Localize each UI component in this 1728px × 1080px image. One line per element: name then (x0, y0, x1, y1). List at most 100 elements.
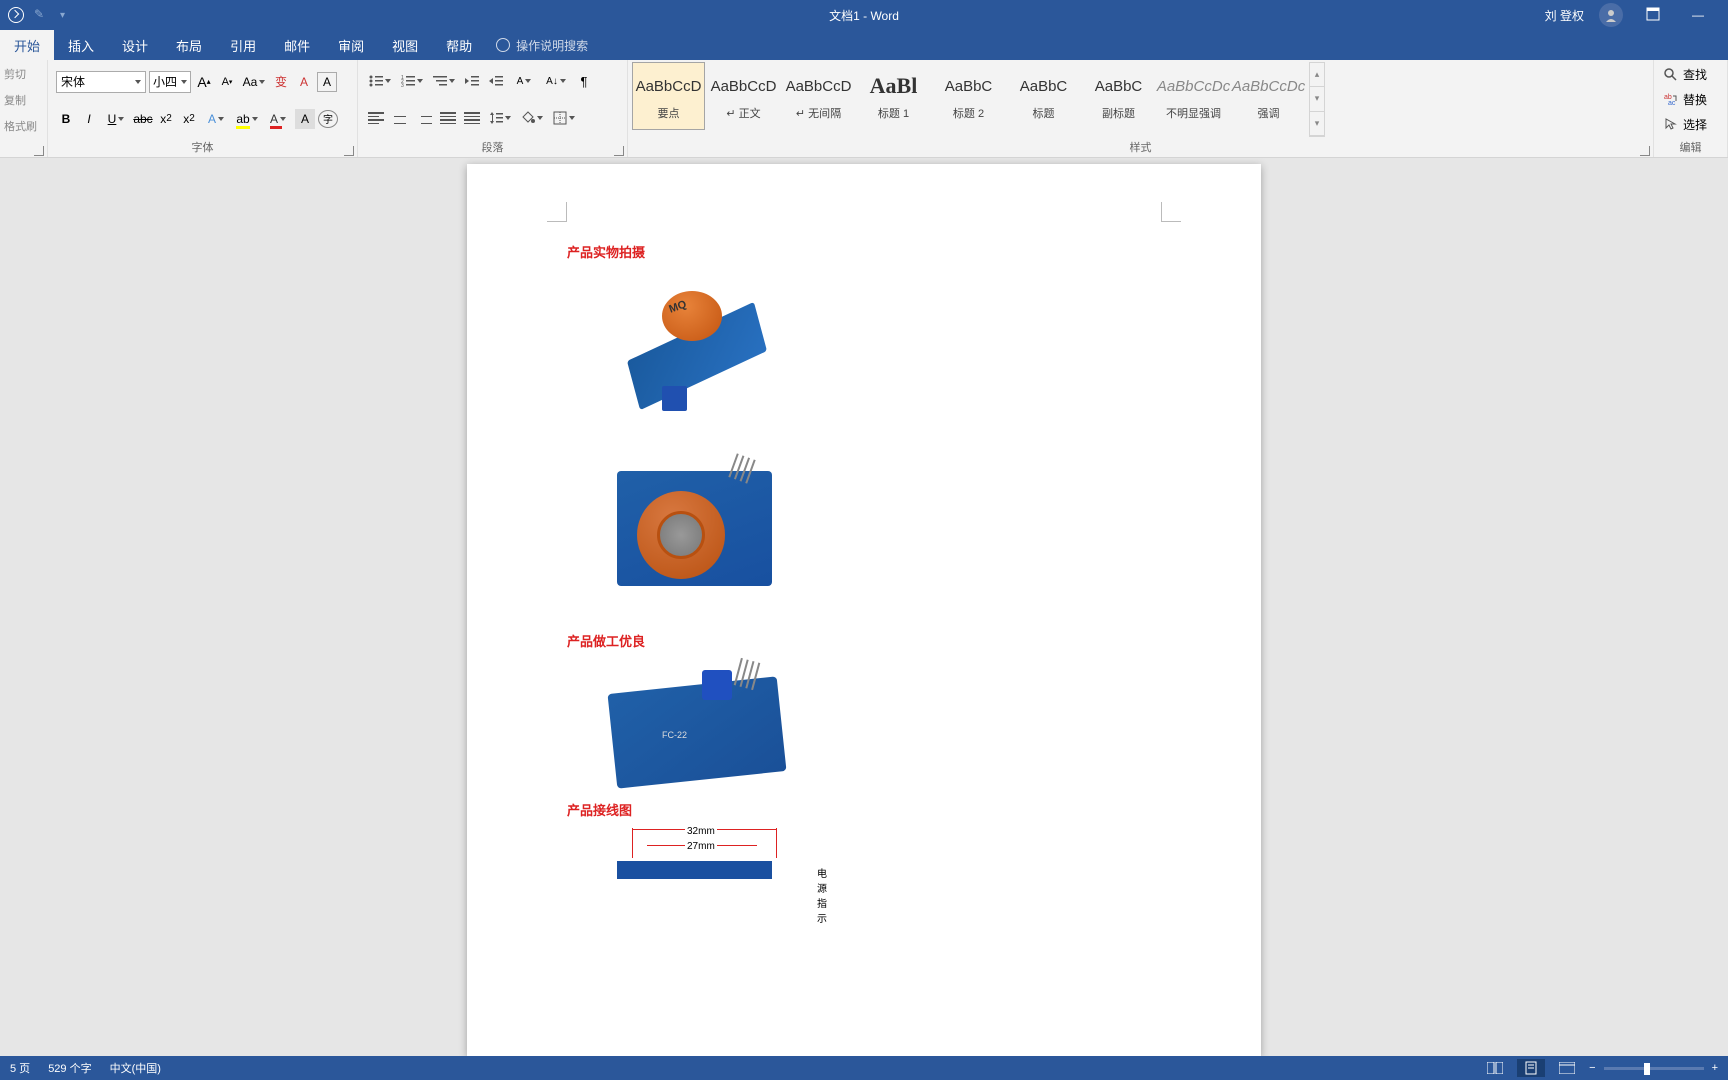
read-mode-button[interactable] (1481, 1059, 1509, 1077)
ribbon-tabs: 开始 插入 设计 布局 引用 邮件 审阅 视图 帮助 操作说明搜索 (0, 30, 1728, 60)
style-item-2[interactable]: AaBbCcD↵ 无间隔 (782, 62, 855, 130)
document-area[interactable]: 产品实物拍摄 MQ 产品做工优良 (0, 158, 1728, 1056)
search-icon (1664, 68, 1678, 82)
align-left-button[interactable] (366, 108, 386, 128)
tab-mailings[interactable]: 邮件 (270, 30, 324, 60)
word-count[interactable]: 529 个字 (48, 1060, 91, 1076)
language[interactable]: 中文(中国) (110, 1060, 161, 1076)
tab-references[interactable]: 引用 (216, 30, 270, 60)
font-name-select[interactable]: 宋体 (56, 71, 146, 93)
style-item-3[interactable]: AaBl标题 1 (857, 62, 930, 130)
underline-button[interactable]: U (102, 109, 130, 129)
tab-view[interactable]: 视图 (378, 30, 432, 60)
zoom-out-button[interactable]: − (1589, 1062, 1595, 1074)
style-item-7[interactable]: AaBbCcDc不明显强调 (1157, 62, 1230, 130)
lightbulb-icon (496, 38, 510, 52)
font-size-select[interactable]: 小四 (149, 71, 191, 93)
tab-home[interactable]: 开始 (0, 30, 54, 60)
tab-review[interactable]: 审阅 (324, 30, 378, 60)
minimize-button[interactable]: — (1683, 8, 1713, 22)
show-marks-button[interactable]: ¶ (574, 71, 594, 91)
replace-button[interactable]: abac 替换 (1664, 89, 1717, 109)
align-center-button[interactable] (390, 108, 410, 128)
shading-button[interactable] (518, 108, 546, 128)
multilevel-list-button[interactable] (430, 71, 458, 91)
select-button[interactable]: 选择 (1664, 114, 1717, 134)
clipboard-dialog-icon[interactable] (34, 146, 44, 156)
style-item-5[interactable]: AaBbC标题 (1007, 62, 1080, 130)
ribbon-options-icon[interactable] (1638, 7, 1668, 24)
increase-indent-button[interactable] (486, 71, 506, 91)
distribute-button[interactable] (462, 108, 482, 128)
svg-text:3: 3 (401, 83, 404, 87)
style-item-1[interactable]: AaBbCcD↵ 正文 (707, 62, 780, 130)
copy-button[interactable]: 复制 (4, 90, 43, 110)
tell-me-search[interactable]: 操作说明搜索 (486, 30, 588, 60)
cursor-icon (1664, 117, 1678, 131)
subscript-button[interactable]: x2 (156, 109, 176, 129)
sort-button[interactable]: A↓ (542, 71, 570, 91)
tab-layout[interactable]: 布局 (162, 30, 216, 60)
grow-font-button[interactable]: A▴ (194, 72, 214, 92)
cut-button[interactable]: 剪切 (4, 64, 43, 84)
style-item-4[interactable]: AaBbC标题 2 (932, 62, 1005, 130)
phonetic-guide-button[interactable]: 变 (271, 72, 291, 92)
align-right-button[interactable] (414, 108, 434, 128)
shrink-font-button[interactable]: A▾ (217, 72, 237, 92)
font-dialog-icon[interactable] (344, 146, 354, 156)
product-quality-label: 产品做工优良 (567, 631, 1161, 650)
highlight-button[interactable]: ab (233, 109, 261, 129)
line-spacing-button[interactable] (486, 108, 514, 128)
decrease-indent-button[interactable] (462, 71, 482, 91)
print-layout-button[interactable] (1517, 1059, 1545, 1077)
strikethrough-button[interactable]: abc (133, 109, 153, 129)
font-color-button[interactable]: A (264, 109, 292, 129)
zoom-slider[interactable] (1604, 1067, 1704, 1070)
paragraph-dialog-icon[interactable] (614, 146, 624, 156)
sensor-image-1[interactable]: MQ (567, 271, 1161, 431)
bold-button[interactable]: B (56, 109, 76, 129)
user-avatar[interactable] (1599, 3, 1623, 27)
page-count[interactable]: 5 页 (10, 1060, 30, 1076)
enclose-char-button[interactable]: 字 (318, 110, 338, 128)
char-shading-button[interactable]: A (295, 109, 315, 129)
quick-access-toolbar: ✎ ▾ (0, 7, 65, 23)
svg-text:ac: ac (1668, 100, 1676, 106)
page-content: 产品实物拍摄 MQ 产品做工优良 (567, 204, 1161, 879)
justify-button[interactable] (438, 108, 458, 128)
styles-dialog-icon[interactable] (1640, 146, 1650, 156)
web-layout-button[interactable] (1553, 1059, 1581, 1077)
sensor-image-2[interactable] (567, 441, 1161, 621)
tab-design[interactable]: 设计 (108, 30, 162, 60)
find-button[interactable]: 查找 (1664, 65, 1717, 85)
user-name[interactable]: 刘 登权 (1545, 7, 1584, 24)
bullets-button[interactable] (366, 71, 394, 91)
tab-insert[interactable]: 插入 (54, 30, 108, 60)
zoom-in-button[interactable]: + (1712, 1062, 1718, 1074)
paragraph-group: 123 A A↓ ¶ 段落 (358, 60, 628, 157)
sensor-image-3[interactable]: FC-22 (567, 660, 1161, 790)
style-item-6[interactable]: AaBbC副标题 (1082, 62, 1155, 130)
save-icon[interactable]: ✎ (34, 7, 50, 23)
replace-icon: abac (1664, 92, 1678, 106)
style-item-0[interactable]: AaBbCcD要点 (632, 62, 705, 130)
borders-button[interactable] (550, 108, 578, 128)
tab-help[interactable]: 帮助 (432, 30, 486, 60)
superscript-button[interactable]: x2 (179, 109, 199, 129)
change-case-button[interactable]: Aa (240, 72, 268, 92)
style-gallery-scroll[interactable]: ▴▾▾ (1309, 62, 1325, 137)
style-item-8[interactable]: AaBbCcDc强调 (1232, 62, 1305, 130)
clear-format-button[interactable]: A (294, 72, 314, 92)
numbering-button[interactable]: 123 (398, 71, 426, 91)
char-border-button[interactable]: A (317, 72, 337, 92)
clipboard-group: 剪切 复制 格式刷 (0, 60, 48, 157)
ribbon: 剪切 复制 格式刷 宋体 小四 A▴ A▾ Aa 变 A A B I U abc (0, 60, 1728, 158)
asian-layout-button[interactable]: A (510, 71, 538, 91)
format-painter-button[interactable]: 格式刷 (4, 116, 43, 136)
qat-more-icon[interactable]: ▾ (60, 10, 65, 21)
italic-button[interactable]: I (79, 109, 99, 129)
text-effects-button[interactable]: A (202, 109, 230, 129)
autosave-icon[interactable] (8, 7, 24, 23)
styles-group: AaBbCcD要点AaBbCcD↵ 正文AaBbCcD↵ 无间隔AaBl标题 1… (628, 60, 1654, 157)
wiring-diagram-image[interactable]: 32mm 27mm 电源指示 (567, 829, 1161, 879)
